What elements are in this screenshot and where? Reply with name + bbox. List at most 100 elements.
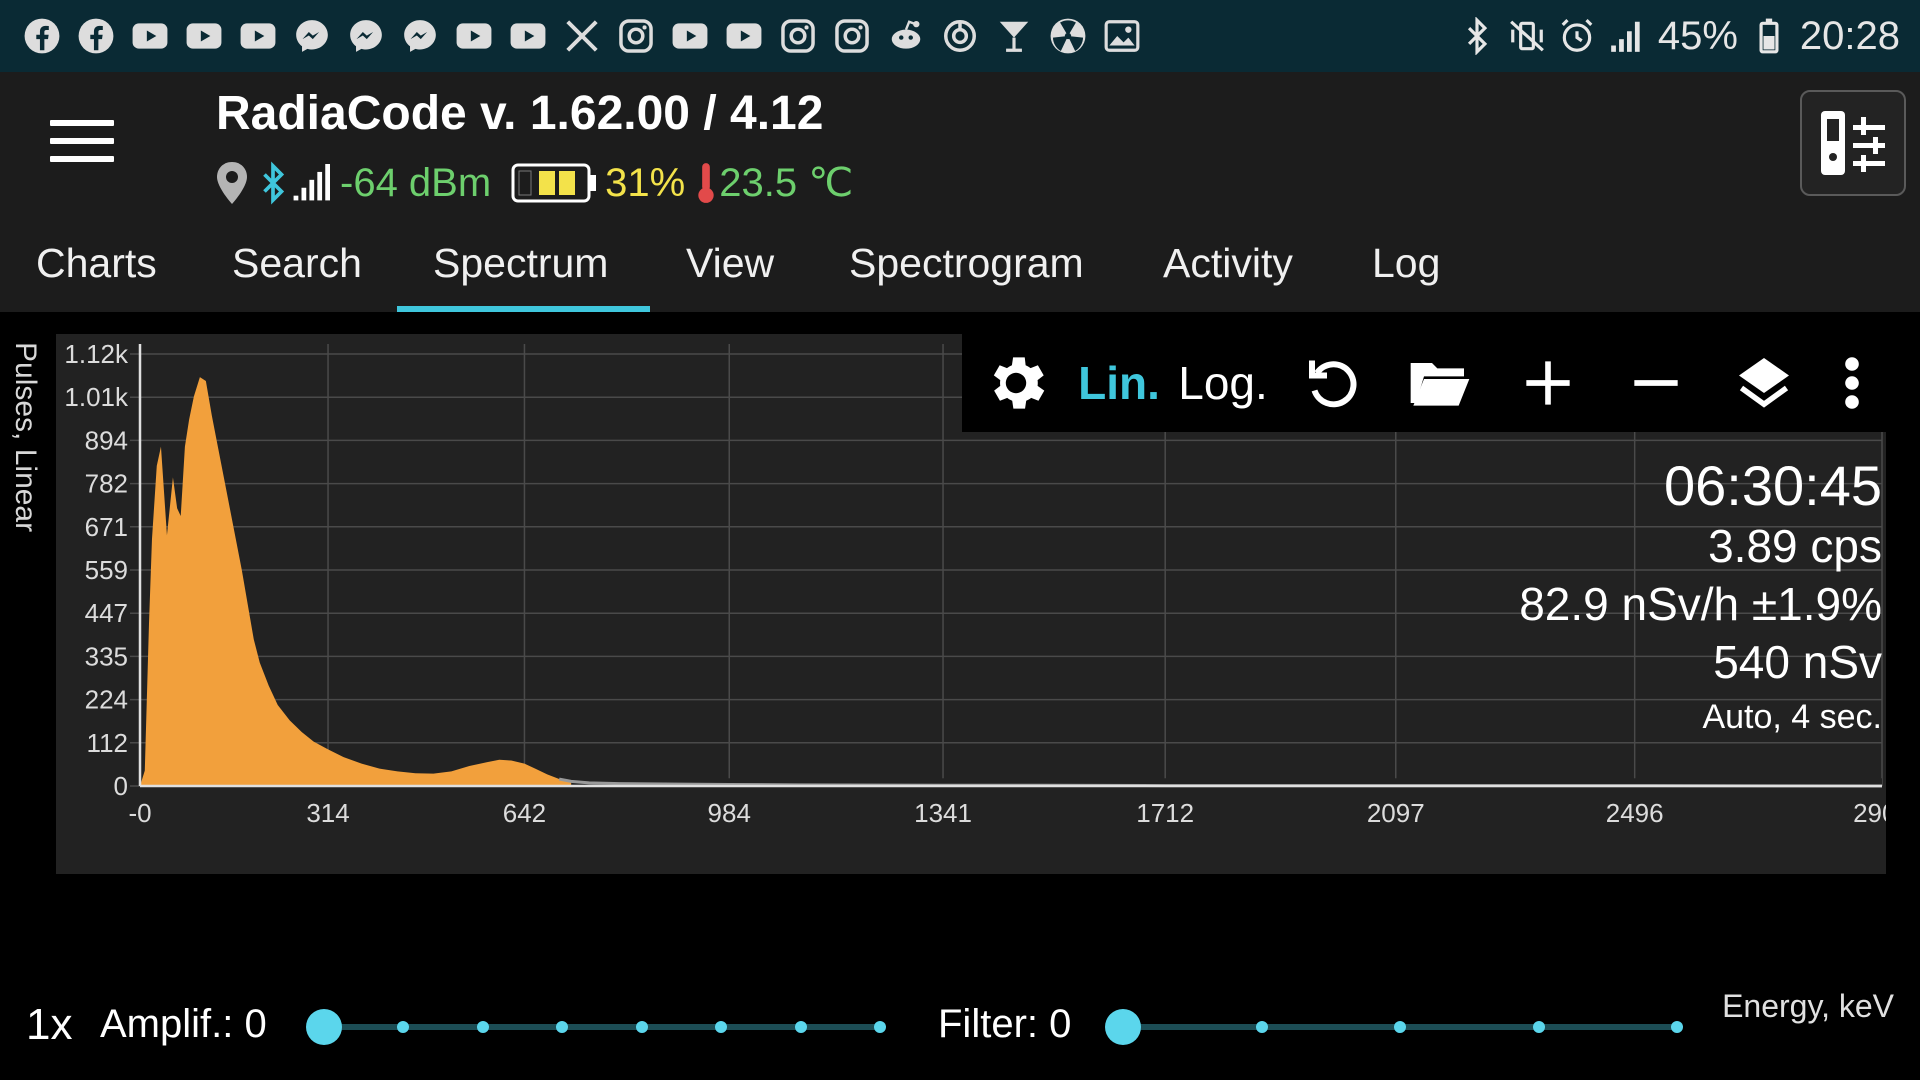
y-tick-label: 335 — [85, 641, 128, 671]
y-tick-label: 447 — [85, 598, 128, 628]
y-axis-label: Pulses, Linear — [9, 342, 42, 533]
open-file-button[interactable] — [1386, 334, 1494, 432]
device-settings-button[interactable] — [1800, 90, 1906, 196]
accumulated-dose: 540 nSv — [1713, 636, 1882, 688]
slider-tick — [1255, 1021, 1268, 1033]
signal-strength: -64 dBm — [340, 160, 492, 205]
tab-spectrum[interactable]: Spectrum — [433, 240, 608, 287]
y-tick-label: 224 — [85, 685, 128, 715]
facebook-icon — [76, 16, 116, 56]
slider-tick — [556, 1021, 569, 1033]
linear-scale-button[interactable]: Lin. — [1070, 334, 1168, 432]
y-tick-label: 782 — [85, 469, 128, 499]
device-status: -64 dBm 31% 23.5 ℃ — [214, 158, 853, 208]
tab-log[interactable]: Log — [1372, 240, 1440, 287]
count-rate: 3.89 cps — [1708, 520, 1882, 572]
thermometer-icon — [698, 163, 714, 203]
messenger-icon — [292, 16, 332, 56]
gear-icon — [993, 357, 1045, 409]
y-tick-label: 112 — [87, 728, 128, 758]
x-tick-label: 314 — [306, 798, 349, 828]
slider-tick — [1532, 1021, 1545, 1033]
image-icon — [1102, 16, 1142, 56]
battery-percent: 45% — [1657, 13, 1738, 58]
y-tick-label: 671 — [85, 512, 128, 542]
instagram-icon — [616, 16, 656, 56]
log-scale-button[interactable]: Log. — [1168, 334, 1278, 432]
youtube-icon — [184, 16, 224, 56]
overflow-menu-button[interactable] — [1818, 334, 1886, 432]
tab-spectrogram[interactable]: Spectrogram — [849, 240, 1084, 287]
slider-tick — [1394, 1021, 1406, 1033]
x-axis-label: Energy, keV — [1722, 988, 1894, 1024]
bluetooth-icon — [263, 161, 285, 205]
x-tick-label: 2496 — [1606, 798, 1664, 828]
slider-tick — [476, 1021, 489, 1033]
messenger-icon — [346, 16, 386, 56]
tab-bar: Charts Search Spectrum View Spectrogram … — [0, 222, 1920, 312]
system-status: 45% 20:28 — [1458, 10, 1900, 62]
chart-toolbar: Lin. Log. — [962, 334, 1906, 432]
app-title: RadiaCode v. 1.62.00 / 4.12 — [216, 87, 824, 140]
device-battery-percent: 31% — [605, 160, 686, 205]
instagram-icon — [832, 16, 872, 56]
x-tick-label: 2909 — [1853, 798, 1886, 828]
amplification-slider[interactable] — [306, 992, 886, 1064]
menu-button[interactable] — [50, 120, 114, 172]
slider-thumb[interactable] — [1105, 1009, 1141, 1045]
y-tick-label: 0 — [114, 771, 128, 801]
youtube-icon — [508, 16, 548, 56]
slider-tick — [397, 1021, 410, 1033]
tab-activity[interactable]: Activity — [1163, 240, 1293, 287]
tab-view[interactable]: View — [686, 240, 774, 287]
battery-icon — [1759, 18, 1779, 54]
chart-settings-button[interactable] — [962, 334, 1070, 432]
app-bar: RadiaCode v. 1.62.00 / 4.12 -64 dBm 31% … — [0, 72, 1920, 222]
layers-icon — [1739, 358, 1789, 408]
status-bar: 45% 20:28 — [0, 0, 1920, 72]
x-tick-label: 1341 — [914, 798, 972, 828]
youtube-icon — [724, 16, 764, 56]
slider-tick — [715, 1021, 728, 1033]
tab-charts[interactable]: Charts — [36, 240, 157, 287]
notification-icons — [22, 14, 1156, 58]
slider-tick — [794, 1021, 807, 1033]
folder-open-icon — [1410, 363, 1470, 406]
measurement-time: 06:30:45 — [1664, 454, 1882, 517]
x-tick-label: 1712 — [1136, 798, 1194, 828]
x-tick-label: 2097 — [1367, 798, 1425, 828]
averaging-mode: Auto, 4 sec. — [1702, 698, 1882, 736]
clock: 20:28 — [1799, 13, 1900, 58]
zoom-out-button[interactable] — [1602, 334, 1710, 432]
zoom-level[interactable]: 1x — [26, 1000, 72, 1050]
tab-search[interactable]: Search — [232, 240, 362, 287]
slider-thumb[interactable] — [306, 1009, 342, 1045]
cocktail-icon — [994, 16, 1034, 56]
device-battery-icon — [511, 163, 597, 203]
dose-rate: 82.9 nSv/h ±1.9% — [1519, 578, 1882, 630]
messenger-icon — [400, 16, 440, 56]
reset-button[interactable] — [1278, 334, 1386, 432]
bluetooth-icon — [1467, 17, 1487, 55]
minus-icon — [1634, 380, 1678, 386]
zoom-in-button[interactable] — [1494, 334, 1602, 432]
y-tick-label: 1.01k — [64, 382, 129, 412]
slider-tick — [1671, 1021, 1683, 1033]
y-tick-label: 894 — [85, 425, 128, 455]
measurement-readouts: 06:30:45 3.89 cps 82.9 nSv/h ±1.9% 540 n… — [1519, 455, 1882, 743]
more-vert-icon — [1845, 357, 1859, 409]
vibrate-mute-icon — [1509, 20, 1544, 52]
layers-button[interactable] — [1710, 334, 1818, 432]
y-tick-label: 559 — [85, 555, 128, 585]
device-settings-icon — [1821, 111, 1885, 175]
x-icon — [562, 16, 602, 56]
hamburger-icon — [50, 120, 114, 126]
x-tick-label: 984 — [708, 798, 751, 828]
alarm-icon — [1561, 19, 1593, 52]
facebook-icon — [22, 16, 62, 56]
y-tick-label: 1.12k — [64, 339, 129, 369]
location-icon — [217, 162, 247, 204]
signal-icon — [1610, 21, 1640, 52]
youtube-icon — [238, 16, 278, 56]
filter-slider[interactable] — [1105, 992, 1683, 1064]
